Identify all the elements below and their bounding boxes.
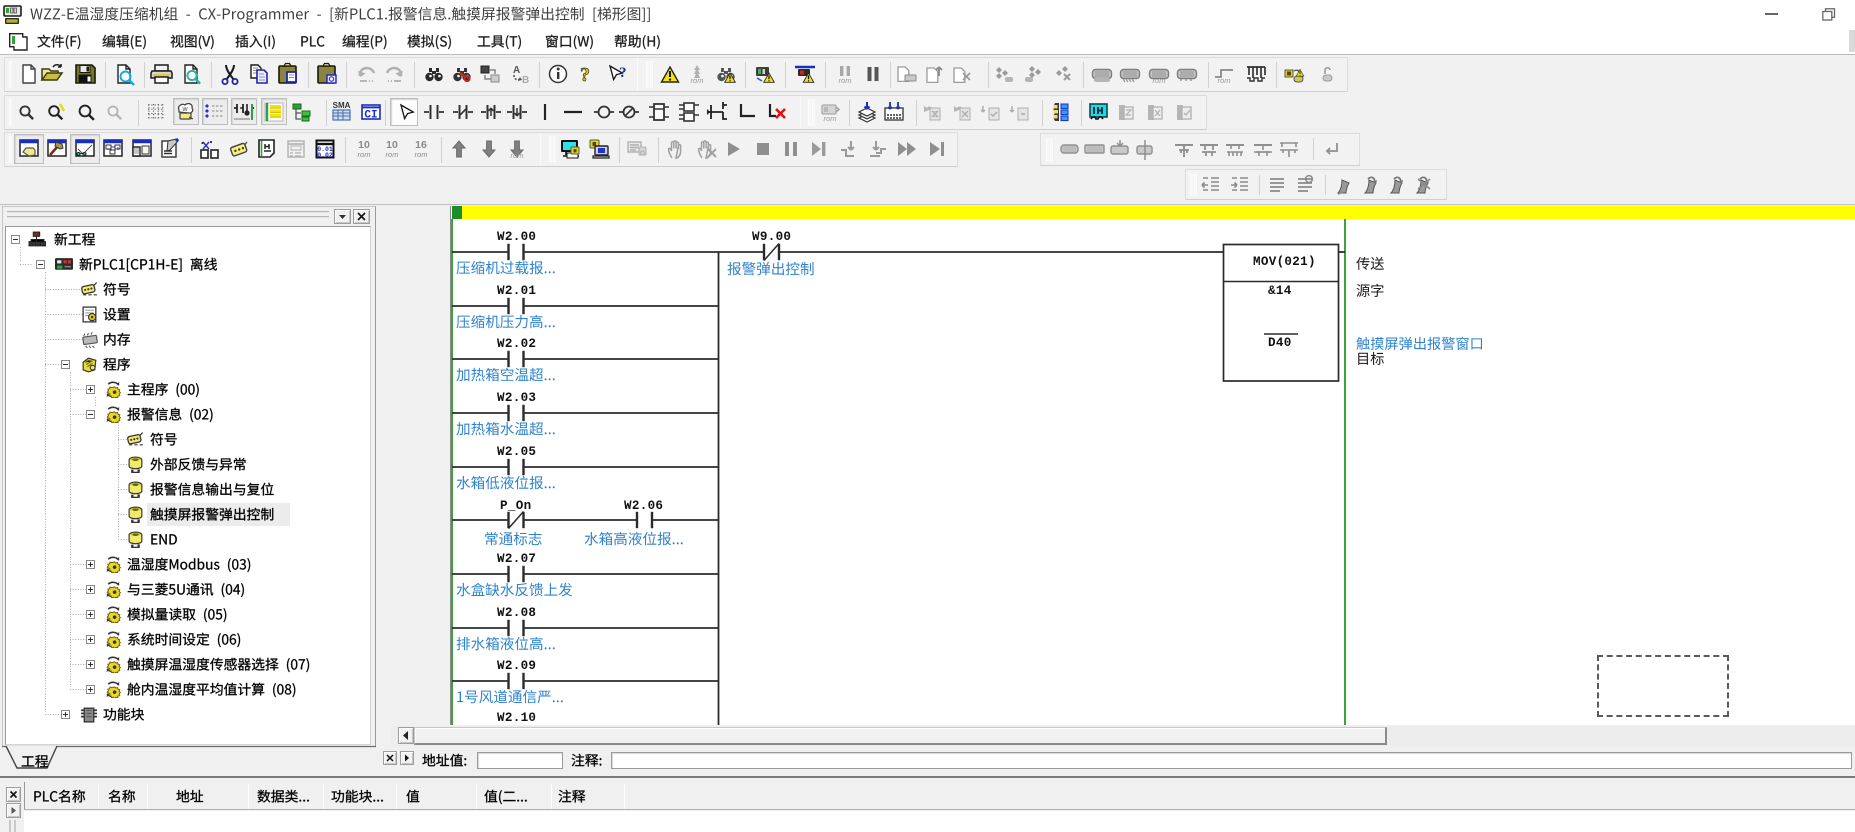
svg-text:rom: rom xyxy=(691,76,704,85)
svg-text:?: ? xyxy=(580,64,590,86)
svg-text:rom: rom xyxy=(358,150,371,159)
svg-text:A: A xyxy=(513,65,520,76)
svg-text:rom: rom xyxy=(386,150,399,159)
svg-text:B: B xyxy=(522,75,529,86)
svg-text:rom: rom xyxy=(511,151,524,160)
svg-text:w: w xyxy=(181,106,188,113)
svg-text:rom: rom xyxy=(824,114,837,123)
svg-text:Z: Z xyxy=(933,110,938,119)
svg-text:SMA: SMA xyxy=(333,101,351,110)
svg-text:rom: rom xyxy=(839,76,852,85)
svg-text:?: ? xyxy=(619,65,626,81)
svg-text:rom: rom xyxy=(415,150,428,159)
svg-text:0.02: 0.02 xyxy=(317,152,333,159)
svg-text:rom: rom xyxy=(1218,76,1231,85)
svg-text:rom: rom xyxy=(1153,76,1166,85)
svg-text:CI: CI xyxy=(364,110,377,122)
